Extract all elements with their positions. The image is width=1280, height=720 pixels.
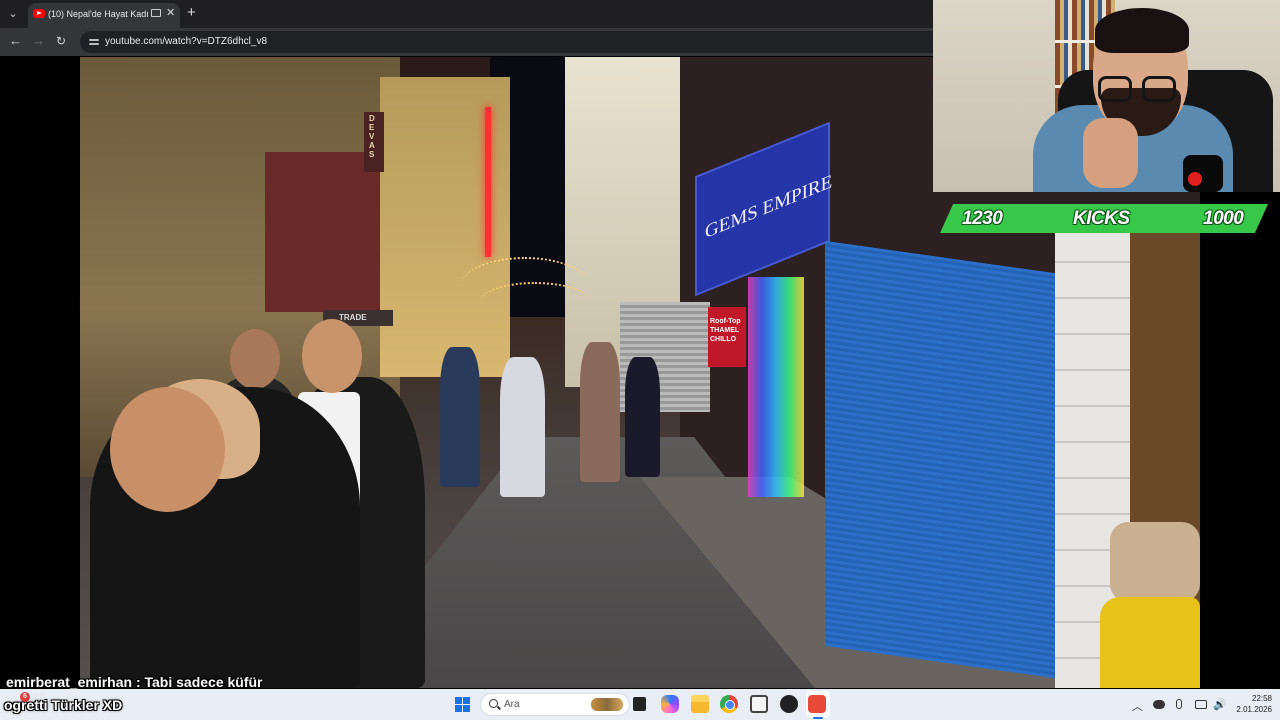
kicks-right-value: 1000 [1203, 208, 1244, 229]
taskbar-clock[interactable]: 22:58 2.01.2026 [1232, 693, 1272, 715]
address-bar[interactable]: youtube.com/watch?v=DTZ6dhcl_v8 [80, 31, 1080, 53]
tab-close-button[interactable]: ✕ [166, 6, 175, 19]
webcam-mic-light [1188, 172, 1202, 186]
display-icon[interactable] [1195, 700, 1207, 709]
webcam-glasses-icon [1096, 76, 1186, 106]
video-sack-yellow [1100, 597, 1200, 688]
video-sign-devas: DEVAS [364, 112, 384, 172]
clock-time: 22:58 [1251, 694, 1272, 703]
obs-studio-icon[interactable] [780, 695, 798, 713]
notification-badge[interactable]: 6 [20, 692, 30, 702]
forward-button[interactable]: → [32, 33, 45, 48]
copilot-icon[interactable] [661, 695, 679, 713]
search-highlight-art[interactable] [591, 698, 623, 711]
video-pedestrian [580, 342, 620, 482]
video-string-lights-2 [480, 282, 590, 322]
video-pedestrian [625, 357, 660, 477]
kicks-left-value: 1230 [962, 208, 1003, 229]
address-bar-url[interactable]: youtube.com/watch?v=DTZ6dhcl_v8 [105, 36, 267, 47]
tab-title: (10) Nepal'de Hayat Kadınla [48, 9, 148, 19]
glasses-lens-left [1098, 76, 1132, 102]
webcam-streamer-hair [1095, 8, 1189, 53]
video-building-red [265, 152, 395, 312]
chat-message-line-1: emirberat_emirhan : Tabi sadece küfür [6, 674, 263, 690]
new-tab-button[interactable]: + [187, 4, 196, 21]
video-shutter-rainbow [748, 277, 804, 497]
video-person-glasses-head [230, 329, 280, 389]
video-pedestrian [440, 347, 480, 487]
clock-date: 2.01.2026 [1236, 705, 1272, 714]
show-hidden-icons-chevron-icon[interactable]: ︿ [1132, 698, 1143, 714]
streaming-app-icon[interactable] [808, 695, 826, 713]
video-sign-gems-text: GEMS EMPIRE [705, 170, 833, 244]
site-info-icon[interactable] [89, 37, 99, 47]
video-pedestrian [500, 357, 545, 497]
youtube-favicon-icon [33, 9, 45, 18]
video-shutter-blue [825, 240, 1055, 679]
glasses-lens-right [1142, 76, 1176, 102]
windows-taskbar: Ara ︿ 🔊 22:58 2.01.2026 [0, 689, 1280, 720]
tab-media-playing-icon[interactable] [151, 9, 161, 17]
task-view-icon[interactable] [633, 697, 646, 711]
kicks-label: KICKS [1073, 208, 1130, 229]
taskbar-search-box[interactable]: Ara [480, 693, 630, 716]
video-neon-strip [485, 107, 491, 257]
onedrive-cloud-icon[interactable] [1153, 700, 1165, 709]
video-person-woman-head [110, 387, 225, 512]
active-app-indicator [813, 717, 823, 719]
microphone-icon[interactable] [1176, 699, 1182, 709]
file-explorer-icon[interactable] [691, 695, 709, 713]
weather-widget-temp[interactable]: 4°C [32, 693, 45, 702]
windows-start-icon[interactable] [455, 697, 470, 712]
kicks-counter-banner: 1230 KICKS 1000 [940, 204, 1268, 233]
video-sign-thamel-text: Roof-Top THAMEL CHILLO [710, 318, 741, 343]
streamer-webcam [933, 0, 1280, 192]
reload-button[interactable]: ↻ [56, 34, 66, 48]
video-person-man-head [302, 319, 362, 393]
video-sign-thamel: Roof-Top THAMEL CHILLO [708, 307, 746, 367]
back-button[interactable]: ← [9, 33, 22, 48]
tab-search-menu-button[interactable]: ⌄ [4, 5, 22, 23]
chrome-icon[interactable] [720, 695, 738, 713]
webcam-streamer-hand [1083, 118, 1138, 188]
video-sack-beige [1110, 522, 1200, 602]
browser-tab-active[interactable]: (10) Nepal'de Hayat Kadınla ✕ [28, 3, 180, 28]
search-icon [489, 699, 498, 708]
video-sign-devas-text: DEVAS [369, 114, 375, 159]
taskbar-search-placeholder: Ara [504, 699, 520, 710]
speaker-icon[interactable]: 🔊 [1213, 698, 1227, 711]
snipping-tool-icon[interactable] [750, 695, 768, 713]
